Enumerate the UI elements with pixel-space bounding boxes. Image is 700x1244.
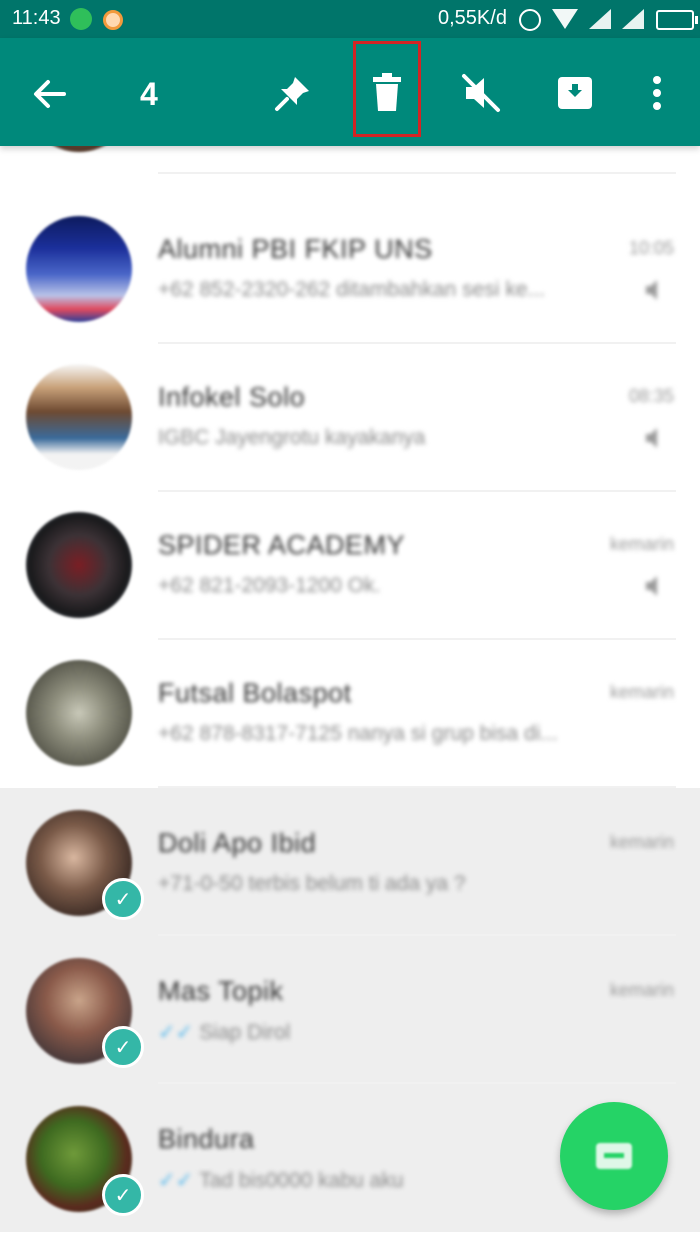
new-chat-icon (596, 1143, 632, 1169)
new-chat-fab[interactable] (560, 1102, 668, 1210)
signal-icon (622, 9, 644, 29)
arrow-left-icon (34, 80, 66, 108)
chat-name: Mas Topik (158, 976, 284, 1006)
chat-name: Bindura (158, 1124, 255, 1154)
avatar (26, 512, 132, 618)
read-ticks-icon: ✓✓ (158, 1169, 194, 1192)
chat-list: Alumni PBI FKIP UNS 10:05 +62 852-2320-2… (0, 146, 700, 1244)
back-button[interactable] (30, 74, 70, 114)
chat-preview-text: Siap Dirol (199, 1021, 291, 1044)
chat-preview: IGBC Jayengrotu kayakanya (158, 426, 426, 449)
muted-icon (644, 278, 664, 302)
chat-preview: +71-0-50 terbis belum ti ada ya ? (158, 872, 466, 895)
chat-row[interactable]: Infokel Solo 08:35 IGBC Jayengrotu kayak… (0, 344, 700, 492)
selected-count: 4 (140, 76, 158, 112)
selected-check-icon: ✓ (102, 1174, 144, 1216)
chat-row-partial[interactable] (0, 146, 700, 174)
more-options-button[interactable] (630, 66, 684, 120)
battery-icon (656, 10, 698, 30)
chat-time: 08:35 (628, 386, 674, 406)
muted-icon (644, 426, 664, 450)
network-speed: 0,55K/d (438, 7, 507, 29)
chat-time: kemarin (609, 682, 674, 702)
alarm-icon (519, 9, 541, 31)
signal-icon (589, 9, 611, 29)
chat-preview: +62 852-2320-262 ditambahkan sesi ke... (158, 278, 546, 301)
chat-preview-text: Tad bis0000 kabu aku (199, 1169, 404, 1192)
chat-row[interactable]: Futsal Bolaspot kemarin +62 878-8317-712… (0, 640, 700, 788)
archive-button[interactable] (548, 66, 602, 120)
wifi-icon (552, 9, 578, 29)
chat-preview: ✓✓ Tad bis0000 kabu aku (158, 1168, 404, 1193)
chat-time: 10:05 (628, 238, 674, 258)
archive-icon (558, 77, 592, 109)
muted-icon (644, 574, 664, 598)
chat-name: Doli Apo Ibid (158, 828, 317, 858)
delete-highlight-box (353, 41, 421, 137)
chat-name: Alumni PBI FKIP UNS (158, 234, 433, 264)
pin-icon (275, 77, 309, 111)
chat-time: kemarin (609, 980, 674, 1000)
mute-button[interactable] (454, 66, 508, 120)
status-bar: 11:43 0,55K/d (0, 0, 700, 38)
selection-action-bar: 4 (0, 38, 700, 146)
chat-row[interactable]: Alumni PBI FKIP UNS 10:05 +62 852-2320-2… (0, 196, 700, 344)
read-ticks-icon: ✓✓ (158, 1021, 194, 1044)
avatar (26, 146, 132, 152)
pin-button[interactable] (266, 66, 320, 120)
chat-name: Infokel Solo (158, 382, 306, 412)
chat-time: kemarin (609, 832, 674, 852)
chat-name: Futsal Bolaspot (158, 678, 352, 708)
mute-icon (462, 74, 500, 112)
selected-check-icon: ✓ (102, 878, 144, 920)
avatar (26, 364, 132, 470)
app-notification-icon (103, 10, 123, 30)
more-vert-icon (653, 76, 661, 110)
avatar (26, 216, 132, 322)
chat-row-selected[interactable]: ✓ Doli Apo Ibid kemarin +71-0-50 terbis … (0, 788, 700, 936)
chat-preview: +62 821-2093-1200 Ok. (158, 574, 381, 597)
selected-check-icon: ✓ (102, 1026, 144, 1068)
chat-preview: ✓✓ Siap Dirol (158, 1020, 290, 1045)
chat-name: SPIDER ACADEMY (158, 530, 406, 560)
status-time: 11:43 (12, 7, 61, 29)
chat-preview: +62 878-8317-7125 nanya si grup bisa di.… (158, 722, 558, 745)
row-divider (158, 172, 676, 174)
avatar (26, 660, 132, 766)
chat-row[interactable]: SPIDER ACADEMY kemarin +62 821-2093-1200… (0, 492, 700, 640)
chat-time: kemarin (609, 534, 674, 554)
chat-row-selected[interactable]: ✓ Mas Topik kemarin ✓✓ Siap Dirol (0, 936, 700, 1084)
whatsapp-notification-icon (70, 8, 92, 30)
